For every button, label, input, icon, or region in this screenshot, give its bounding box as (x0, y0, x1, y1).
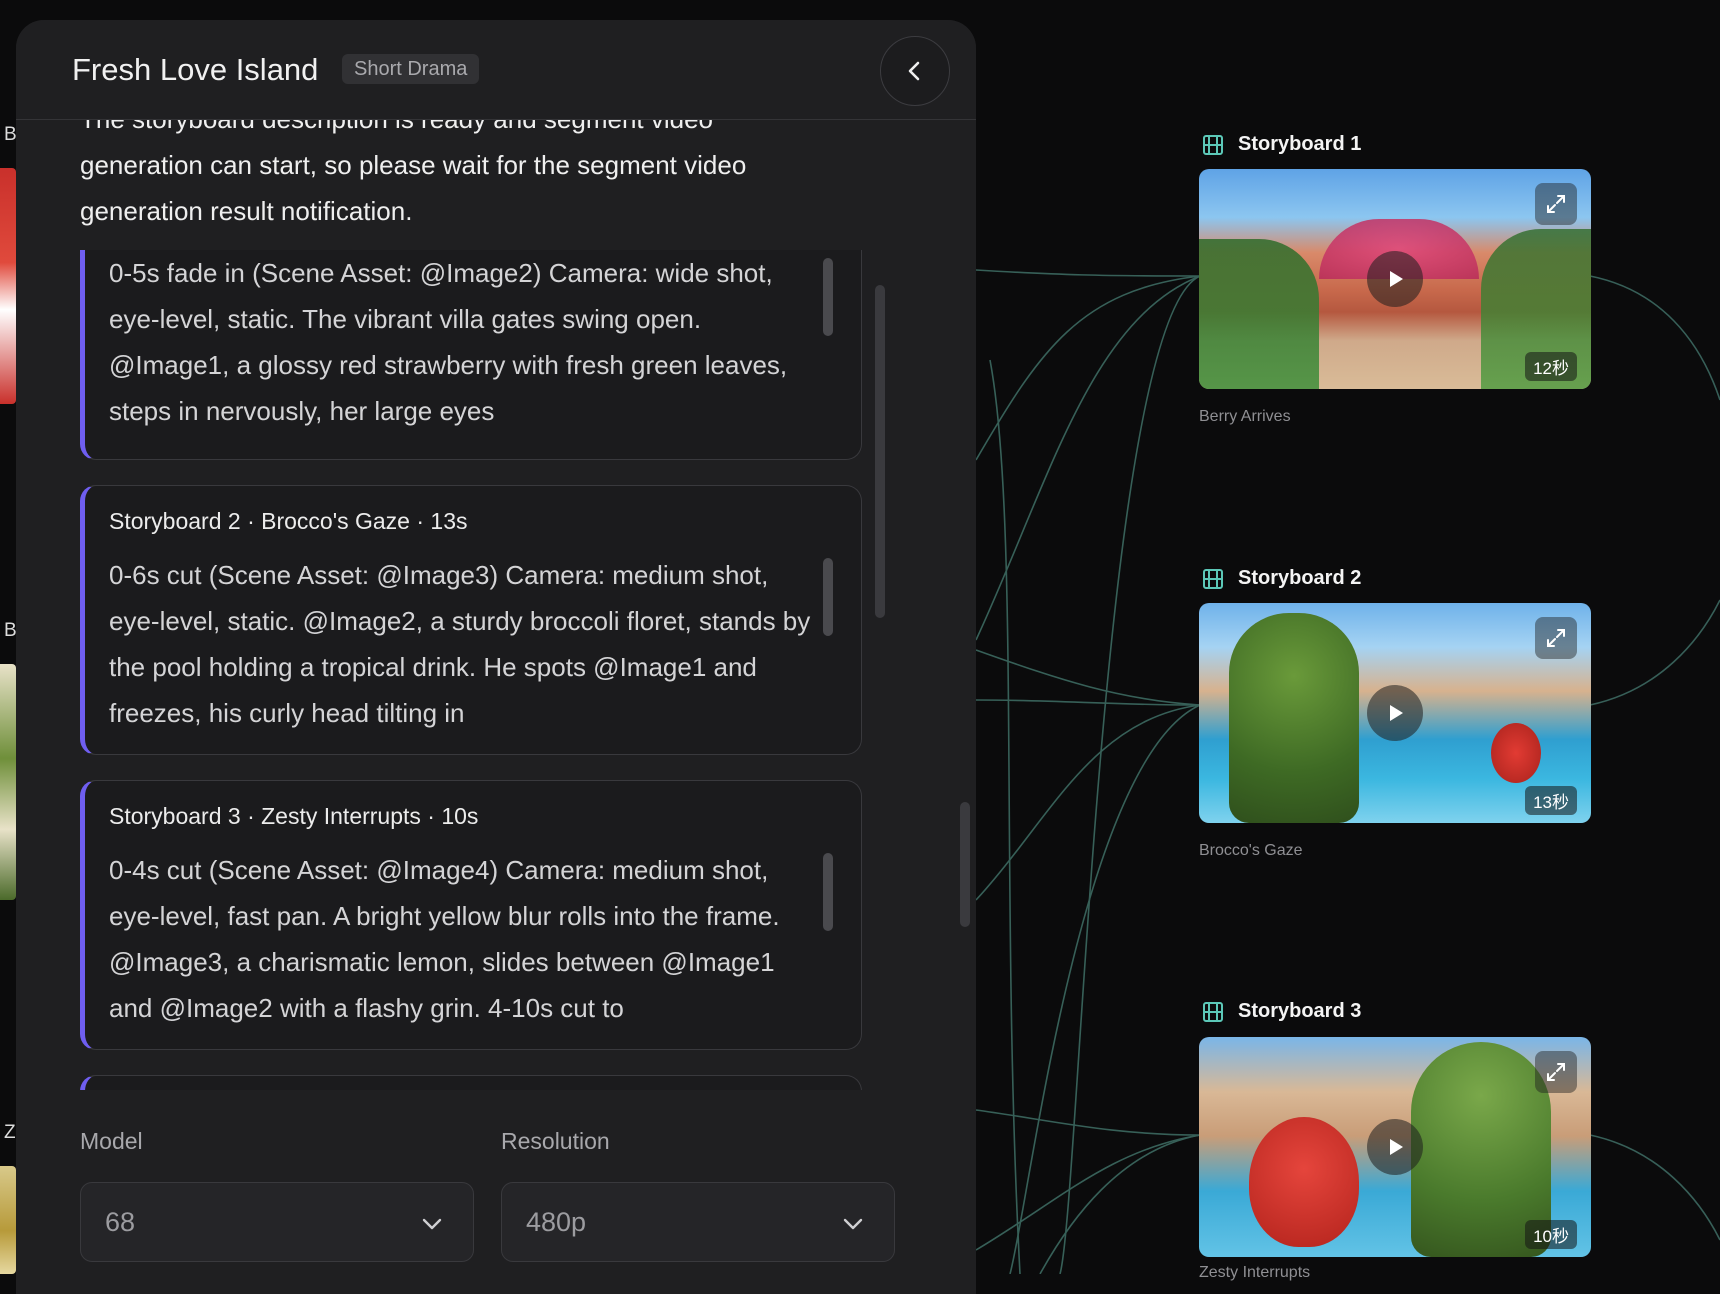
panel-scrollbar[interactable] (875, 285, 885, 618)
model-label: Model (80, 1128, 143, 1154)
chevron-left-icon (908, 61, 920, 81)
storyboard-heading: Storyboard 2 · Brocco's Gaze · 13s (109, 508, 468, 534)
storyboard-caption: Brocco's Gaze (1199, 842, 1303, 859)
back-button[interactable] (880, 36, 950, 106)
project-title: Fresh Love Island (72, 52, 319, 87)
storyboard-description: 0-4s cut (Scene Asset: @Image4) Camera: … (109, 855, 780, 1023)
play-icon (1390, 271, 1403, 287)
storyboard-node-title: Storyboard 1 (1238, 133, 1362, 155)
strip-thumbnail (0, 664, 16, 900)
play-button[interactable] (1367, 1119, 1423, 1175)
storyboard-description: 0-5s fade in (Scene Asset: @Image2) Came… (109, 258, 788, 426)
storyboard-description: 0-6s cut (Scene Asset: @Image3) Camera: … (109, 560, 811, 728)
background-card-strip: B B Z (0, 0, 17, 1274)
play-button[interactable] (1367, 685, 1423, 741)
expand-button[interactable] (1535, 1051, 1577, 1093)
model-value: 68 (105, 1207, 136, 1237)
strip-thumbnail (0, 1166, 16, 1274)
storyboard-scroll-area[interactable]: The storyboard description is ready and … (16, 120, 976, 1110)
expand-icon (1547, 629, 1565, 647)
expand-button[interactable] (1535, 617, 1577, 659)
strip-letter: B (4, 124, 17, 145)
storyboard-thumbnail[interactable]: 13秒 (1199, 603, 1591, 823)
storyboard-heading: Storyboard 3 · Zesty Interrupts · 10s (109, 803, 479, 829)
card-scrollbar[interactable] (823, 258, 833, 336)
storyboard-thumbnail[interactable]: 12秒 (1199, 169, 1591, 389)
canvas: B B Z Fresh Love Island Short Drama The … (0, 0, 1720, 1294)
strip-thumbnail (0, 168, 16, 404)
storyboard-node-title: Storyboard 2 (1238, 567, 1362, 589)
storyboard-card[interactable]: 0-5s fade in (Scene Asset: @Image2) Came… (80, 250, 862, 460)
resolution-value: 480p (526, 1207, 587, 1237)
model-select[interactable]: 68 (80, 1182, 474, 1262)
chevron-down-icon (843, 1218, 863, 1230)
expand-icon (1547, 195, 1565, 213)
duration-badge: 12秒 (1525, 352, 1577, 381)
play-button[interactable] (1367, 251, 1423, 307)
film-icon (1203, 1002, 1223, 1022)
duration-badge: 10秒 (1525, 1220, 1577, 1249)
panel-scrollbar-secondary[interactable] (960, 802, 970, 927)
chevron-down-icon (422, 1218, 442, 1230)
storyboard-caption: Berry Arrives (1199, 408, 1291, 425)
strip-letter: B (4, 620, 17, 641)
generation-settings: Model 68 Resolution 480p (16, 1090, 976, 1294)
storyboard-caption: Zesty Interrupts (1199, 1264, 1311, 1281)
genre-tag: Short Drama (342, 54, 480, 84)
expand-icon (1547, 1063, 1565, 1081)
strip-letter: Z (4, 1122, 16, 1143)
storyboard-card[interactable]: Storyboard 3 · Zesty Interrupts · 10s 0-… (80, 780, 862, 1050)
card-scrollbar[interactable] (823, 853, 833, 931)
film-icon (1203, 569, 1223, 589)
storyboard-panel: Fresh Love Island Short Drama The storyb… (16, 20, 976, 1294)
play-icon (1390, 1139, 1403, 1155)
resolution-label: Resolution (501, 1128, 610, 1154)
card-scrollbar[interactable] (823, 558, 833, 636)
play-icon (1390, 705, 1403, 721)
status-message: The storyboard description is ready and … (80, 120, 747, 226)
storyboard-node-title: Storyboard 3 (1238, 1000, 1362, 1022)
resolution-select[interactable]: 480p (501, 1182, 895, 1262)
expand-button[interactable] (1535, 183, 1577, 225)
panel-header: Fresh Love Island Short Drama (16, 20, 976, 120)
storyboard-card[interactable]: Storyboard 2 · Brocco's Gaze · 13s 0-6s … (80, 485, 862, 755)
duration-badge: 13秒 (1525, 786, 1577, 815)
storyboard-thumbnail[interactable]: 10秒 (1199, 1037, 1591, 1257)
film-icon (1203, 135, 1223, 155)
